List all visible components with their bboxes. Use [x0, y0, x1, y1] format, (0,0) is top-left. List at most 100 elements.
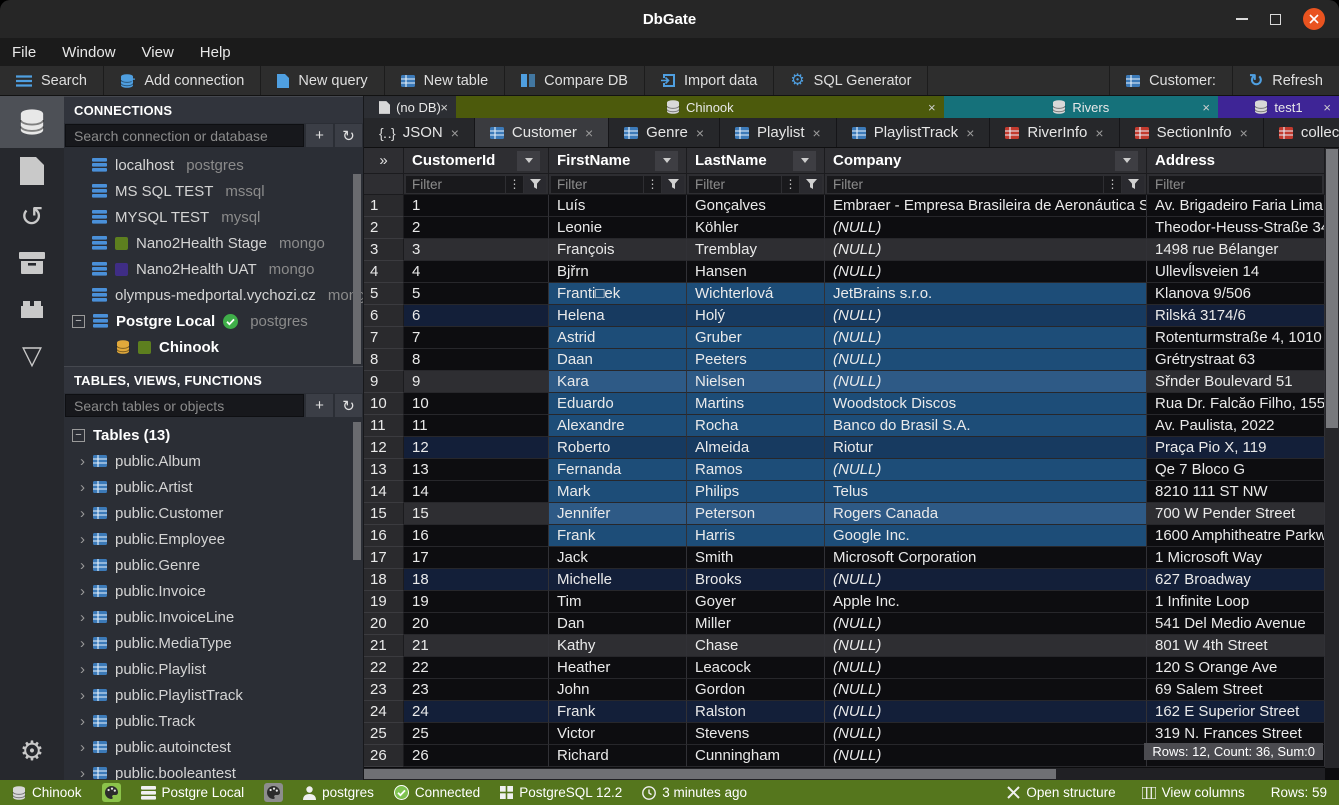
menu-item-file[interactable]: File — [12, 44, 36, 61]
tab-close-icon[interactable]: × — [451, 125, 459, 141]
row-number[interactable]: 1 — [364, 195, 404, 217]
row-number[interactable]: 2 — [364, 217, 404, 239]
column-dropdown-button[interactable] — [517, 151, 540, 171]
grid-cell[interactable]: 69 Salem Street — [1147, 679, 1325, 701]
rail-item-history[interactable]: ↺ — [0, 194, 64, 240]
connections-search-input[interactable] — [65, 124, 304, 147]
vertical-scrollbar[interactable] — [1325, 148, 1339, 768]
minimize-button[interactable] — [1236, 18, 1248, 20]
grid-cell[interactable]: 16 — [404, 525, 549, 547]
filter-input[interactable] — [406, 176, 505, 193]
grid-cell[interactable]: Rocha — [687, 415, 825, 437]
grid-cell[interactable]: François — [549, 239, 687, 261]
close-button[interactable] — [1303, 8, 1325, 30]
grid-cell[interactable]: Harris — [687, 525, 825, 547]
row-number[interactable]: 26 — [364, 745, 404, 767]
grid-cell[interactable]: 11 — [404, 415, 549, 437]
grid-cell[interactable]: Google Inc. — [825, 525, 1147, 547]
rail-item-database[interactable] — [0, 96, 64, 148]
grid-cell[interactable]: 1 Infinite Loop — [1147, 591, 1325, 613]
maximize-button[interactable] — [1270, 14, 1281, 25]
row-number[interactable]: 9 — [364, 371, 404, 393]
rail-item-plugin[interactable] — [0, 286, 64, 332]
table-item[interactable]: ›public.Customer — [64, 500, 363, 526]
row-number[interactable]: 12 — [364, 437, 404, 459]
grid-cell[interactable]: (NULL) — [825, 349, 1147, 371]
tab-customer[interactable]: Customer× — [475, 118, 609, 147]
filter-menu-button[interactable]: ⋮ — [644, 176, 661, 193]
tab-close-icon[interactable]: × — [966, 125, 974, 141]
row-number[interactable]: 8 — [364, 349, 404, 371]
grid-cell[interactable]: 7 — [404, 327, 549, 349]
row-number[interactable]: 16 — [364, 525, 404, 547]
row-number[interactable]: 22 — [364, 657, 404, 679]
status-palette[interactable] — [264, 783, 283, 802]
connection-item[interactable]: olympus-medportal.vychozi.czmongo — [64, 282, 363, 308]
grid-cell[interactable]: 22 — [404, 657, 549, 679]
grid-cell[interactable]: Martins — [687, 393, 825, 415]
filter-input[interactable] — [551, 176, 643, 193]
grid-cell[interactable]: Sřnder Boulevard 51 — [1147, 371, 1325, 393]
row-number[interactable]: 18 — [364, 569, 404, 591]
filter-menu-button[interactable]: ⋮ — [1104, 176, 1121, 193]
tab-playlist[interactable]: Playlist× — [720, 118, 837, 147]
table-item[interactable]: ›public.InvoiceLine — [64, 604, 363, 630]
connection-item[interactable]: −Postgre Localpostgres — [64, 308, 363, 334]
grid-cell[interactable]: Victor — [549, 723, 687, 745]
filter-input[interactable] — [689, 176, 781, 193]
connections-add-button[interactable]: + — [306, 124, 333, 147]
grid-cell[interactable]: Ralston — [687, 701, 825, 723]
connection-item[interactable]: Chinook — [64, 334, 363, 360]
status-open-structure[interactable]: Open structure — [1007, 785, 1115, 800]
grid-cell[interactable]: (NULL) — [825, 305, 1147, 327]
database-tab-test1[interactable]: test1× — [1218, 96, 1339, 118]
grid-cell[interactable]: 19 — [404, 591, 549, 613]
grid-cell[interactable]: Frank — [549, 525, 687, 547]
grid-cell[interactable]: Rua Dr. Falcăo Filho, 155 — [1147, 393, 1325, 415]
menu-item-view[interactable]: View — [142, 44, 174, 61]
connection-item[interactable]: MS SQL TESTmssql — [64, 178, 363, 204]
palette-icon[interactable] — [102, 783, 121, 802]
filter-funnel-button[interactable] — [524, 176, 546, 193]
tab-collection[interactable]: collection× — [1264, 118, 1339, 147]
hscroll-thumb[interactable] — [364, 769, 1056, 779]
grid-cell[interactable]: Gordon — [687, 679, 825, 701]
table-item[interactable]: ›public.Artist — [64, 474, 363, 500]
grid-cell[interactable]: Banco do Brasil S.A. — [825, 415, 1147, 437]
grid-cell[interactable]: 25 — [404, 723, 549, 745]
grid-cell[interactable]: 21 — [404, 635, 549, 657]
row-number[interactable]: 4 — [364, 261, 404, 283]
grid-cell[interactable]: Riotur — [825, 437, 1147, 459]
grid-cell[interactable]: Rotenturmstraße 4, 1010 I — [1147, 327, 1325, 349]
grid-cell[interactable]: Franti□ek — [549, 283, 687, 305]
grid-cell[interactable]: (NULL) — [825, 217, 1147, 239]
grid-cell[interactable]: (NULL) — [825, 635, 1147, 657]
status-palette[interactable] — [102, 783, 121, 802]
grid-cell[interactable]: 20 — [404, 613, 549, 635]
grid-cell[interactable]: Peterson — [687, 503, 825, 525]
connection-item[interactable]: MYSQL TESTmysql — [64, 204, 363, 230]
toolbar-button-new-query[interactable]: New query — [261, 66, 384, 95]
grid-cell[interactable]: 5 — [404, 283, 549, 305]
grid-cell[interactable]: Almeida — [687, 437, 825, 459]
grid-cell[interactable]: 26 — [404, 745, 549, 767]
grid-cell[interactable]: Heather — [549, 657, 687, 679]
horizontal-scrollbar[interactable] — [364, 768, 1325, 780]
grid-cell[interactable]: 2 — [404, 217, 549, 239]
grid-cell[interactable]: 24 — [404, 701, 549, 723]
grid-cell[interactable]: Bjřrn — [549, 261, 687, 283]
table-item[interactable]: ›public.Track — [64, 708, 363, 734]
row-number[interactable]: 23 — [364, 679, 404, 701]
connections-refresh-button[interactable]: ↻ — [335, 124, 362, 147]
row-number[interactable]: 13 — [364, 459, 404, 481]
row-number[interactable]: 6 — [364, 305, 404, 327]
grid-cell[interactable]: (NULL) — [825, 459, 1147, 481]
grid-cell[interactable]: Av. Brigadeiro Faria Lima, 2 — [1147, 195, 1325, 217]
grid-cell[interactable]: Philips — [687, 481, 825, 503]
column-dropdown-button[interactable] — [793, 151, 816, 171]
grid-cell[interactable]: (NULL) — [825, 327, 1147, 349]
grid-cell[interactable]: Embraer - Empresa Brasileira de Aeronáut… — [825, 195, 1147, 217]
grid-cell[interactable]: 319 N. Frances Street — [1147, 723, 1325, 745]
filter-funnel-button[interactable] — [800, 176, 822, 193]
grid-cell[interactable]: 17 — [404, 547, 549, 569]
